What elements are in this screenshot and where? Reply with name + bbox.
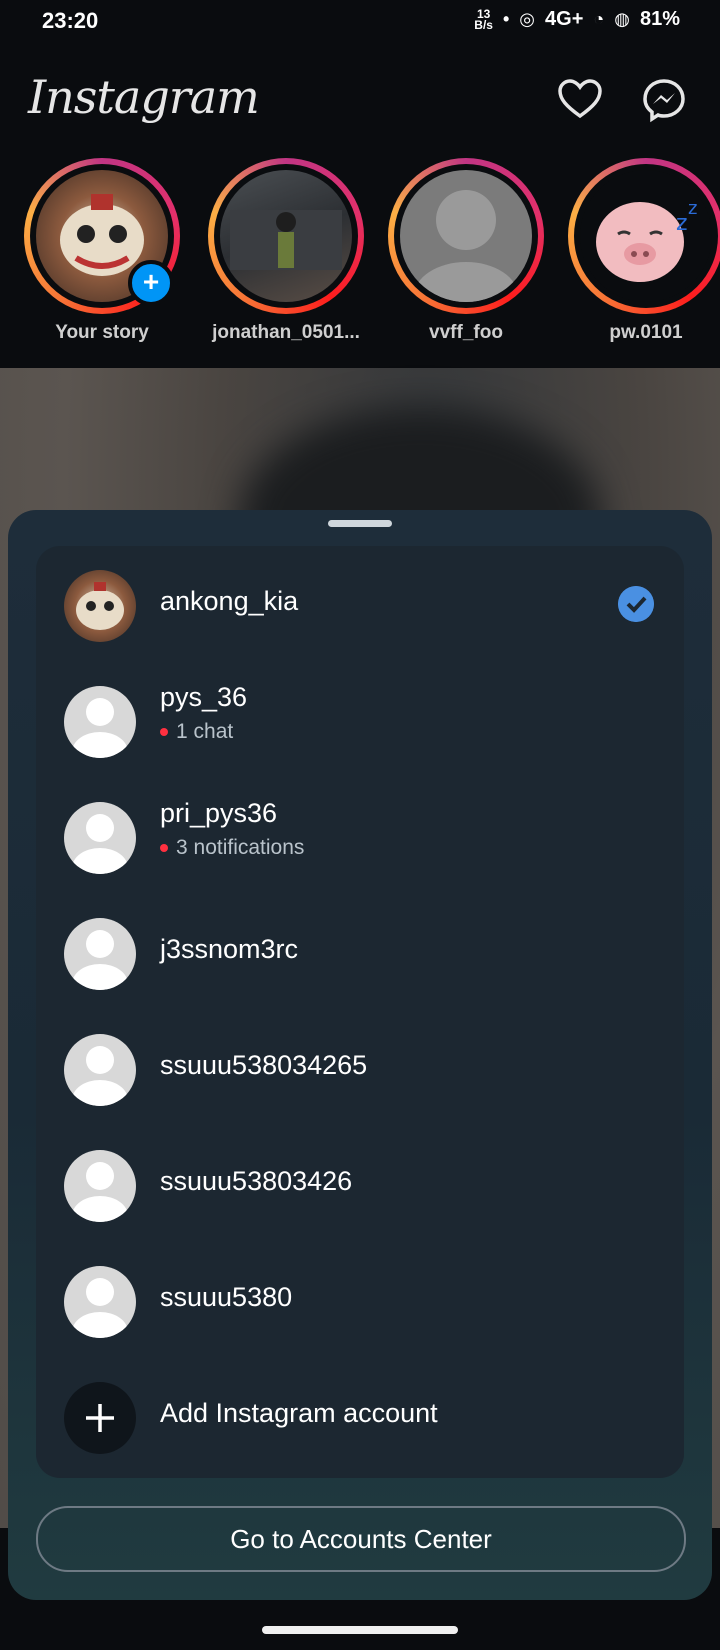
- account-row-pri-pys36[interactable]: pri_pys36 3 notifications: [36, 778, 684, 894]
- messenger-icon[interactable]: [640, 76, 688, 124]
- status-indicators: 13 B/s • ◎ 4G+ ◔ ◍ 81%: [474, 8, 680, 31]
- default-avatar: [64, 1150, 136, 1222]
- account-activity: 3 notifications: [160, 836, 304, 860]
- story-vvff-foo[interactable]: vvff_foo: [386, 158, 546, 344]
- add-account-label: Add Instagram account: [160, 1398, 438, 1428]
- accounts-center-button[interactable]: Go to Accounts Center: [36, 1506, 686, 1572]
- story-your-story[interactable]: + Your story: [22, 158, 182, 344]
- default-avatar: [64, 1034, 136, 1106]
- app-header: Instagram: [0, 58, 720, 148]
- drag-handle[interactable]: [328, 520, 392, 527]
- default-avatar: [64, 686, 136, 758]
- gesture-bar: [0, 1608, 720, 1650]
- account-row-ssuuu5380[interactable]: ssuuu5380: [36, 1242, 684, 1358]
- account-username: ssuuu53803426: [160, 1166, 353, 1196]
- account-username: j3ssnom3rc: [160, 934, 299, 964]
- account-row-ankong-kia[interactable]: ankong_kia: [36, 546, 684, 662]
- story-label: pw.0101: [609, 322, 683, 343]
- notification-dot-icon: [160, 728, 168, 736]
- default-avatar: [400, 170, 532, 302]
- account-row-ssuuu538034265[interactable]: ssuuu538034265: [36, 1010, 684, 1126]
- checkmark-icon: [618, 586, 654, 622]
- heart-icon[interactable]: [556, 76, 604, 124]
- default-avatar: [64, 1266, 136, 1338]
- account-switcher-sheet: ankong_kia pys_36 1 chat pri_pys36 3 not…: [8, 510, 712, 1600]
- account-row-ssuuu53803426[interactable]: ssuuu53803426: [36, 1126, 684, 1242]
- stories-tray: + Your story jonathan_0501... vvff_foo z…: [0, 158, 720, 358]
- signal-app-icon: ◎: [519, 9, 536, 29]
- account-username: ssuuu5380: [160, 1282, 293, 1312]
- notification-dot-icon: [160, 844, 168, 852]
- network-speed: 13 B/s: [474, 6, 493, 32]
- default-avatar: [64, 802, 136, 874]
- account-username: ankong_kia: [160, 586, 299, 616]
- status-time: 23:20: [42, 8, 99, 33]
- plus-icon: [64, 1382, 136, 1454]
- battery-level: 81%: [639, 8, 680, 30]
- instagram-logo: Instagram: [28, 70, 260, 124]
- notification-dot-icon: •: [502, 9, 510, 29]
- story-label: jonathan_0501...: [212, 322, 360, 343]
- account-username: pys_36: [160, 682, 248, 712]
- svg-text:z: z: [676, 211, 688, 236]
- home-indicator[interactable]: [262, 1626, 458, 1634]
- status-bar: 23:20 13 B/s • ◎ 4G+ ◔ ◍ 81%: [0, 0, 720, 46]
- story-jonathan[interactable]: jonathan_0501...: [206, 158, 366, 344]
- wifi-icon: ◔: [593, 9, 605, 29]
- svg-text:z: z: [688, 198, 697, 219]
- sim-icon: ◍: [614, 9, 630, 29]
- accounts-list: ankong_kia pys_36 1 chat pri_pys36 3 not…: [36, 546, 684, 1478]
- story-label: vvff_foo: [429, 322, 503, 343]
- default-avatar: [64, 918, 136, 990]
- network-type: 4G+: [545, 8, 584, 30]
- add-account-button[interactable]: Add Instagram account: [36, 1358, 684, 1474]
- account-row-j3ssnom3rc[interactable]: j3ssnom3rc: [36, 894, 684, 1010]
- story-label: Your story: [55, 322, 149, 343]
- account-activity: 1 chat: [160, 720, 233, 744]
- story-pw-0101[interactable]: z z pw.0101: [566, 158, 720, 344]
- story-photo: [220, 170, 352, 302]
- account-row-pys-36[interactable]: pys_36 1 chat: [36, 662, 684, 778]
- account-username: pri_pys36: [160, 798, 278, 828]
- add-story-icon[interactable]: +: [128, 260, 174, 306]
- pig-avatar: z z: [580, 170, 712, 302]
- lion-dance-avatar: [64, 570, 136, 642]
- account-username: ssuuu538034265: [160, 1050, 368, 1080]
